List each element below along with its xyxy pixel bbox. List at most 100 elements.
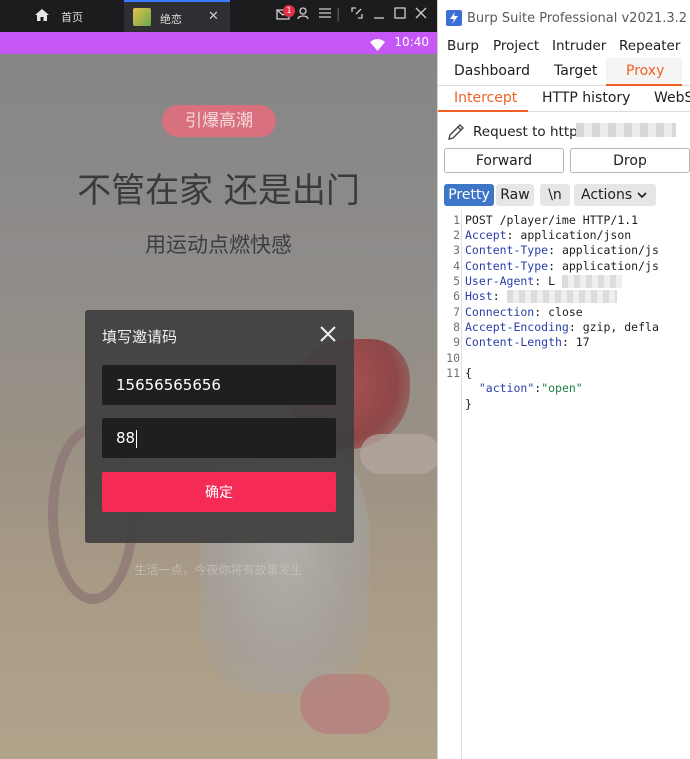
tab-home-label: 首页 — [61, 11, 83, 24]
forward-button[interactable]: Forward — [444, 148, 564, 173]
header-name: Content-Length — [465, 335, 562, 349]
header-line: Connection: close — [465, 305, 583, 319]
menu-project[interactable]: Project — [493, 38, 539, 54]
json-key: "action" — [478, 381, 535, 395]
divider: | — [336, 7, 341, 22]
header-line: Content-Length: 17 — [465, 335, 590, 349]
json-open-brace: { — [465, 366, 472, 380]
line-number: 5 — [453, 274, 460, 288]
subheadline: 用运动点燃快感 — [145, 233, 292, 257]
line-number: 11 — [446, 366, 460, 380]
header-value: : gzip, defla — [568, 320, 659, 334]
screen: 首页 绝恋 ✕ 1 | 10:40 引爆高潮 不管在家 还是出门 用运动点燃快感… — [0, 0, 690, 759]
android-status-bar: 10:40 — [0, 32, 437, 54]
tab-http-history[interactable]: HTTP history — [542, 90, 630, 106]
burp-title-bar: Burp Suite Professional v2021.3.2 - Te — [438, 0, 690, 34]
pretty-button[interactable]: Pretty — [444, 184, 494, 206]
request-line: POST /player/ime HTTP/1.1 — [465, 213, 639, 227]
json-close-brace: } — [465, 397, 472, 411]
phone-input[interactable]: 15656565656 — [102, 365, 336, 405]
menu-intruder[interactable]: Intruder — [552, 38, 606, 54]
tab-target[interactable]: Target — [554, 63, 597, 79]
header-name: Host — [465, 289, 493, 303]
header-value: : 17 — [561, 335, 590, 349]
line-number: 6 — [453, 289, 460, 303]
close-window-icon[interactable] — [415, 7, 427, 24]
actions-dropdown[interactable]: Actions — [574, 184, 656, 206]
minimize-icon[interactable] — [373, 7, 385, 24]
arm-shape — [360, 434, 437, 474]
header-name: Content-Type — [465, 259, 549, 273]
invite-code-dialog: 填写邀请码 15656565656 88 确定 — [85, 310, 354, 543]
raw-button[interactable]: Raw — [496, 184, 534, 206]
header-name: Connection — [465, 305, 535, 319]
header-name: Accept-Encoding — [465, 320, 569, 334]
line-number: 1 — [453, 213, 460, 227]
burp-logo-icon — [446, 10, 462, 26]
tagline: 生活一点，今夜你将有故事发生 — [134, 563, 303, 577]
message-view-toolbar: Pretty Raw \n Actions — [438, 182, 690, 208]
header-value: : L — [534, 274, 556, 288]
tab-dashboard[interactable]: Dashboard — [454, 63, 530, 79]
menu-repeater[interactable]: Repeater — [619, 38, 680, 54]
tab-home[interactable]: 首页 — [0, 0, 124, 32]
header-line: Accept: application/json — [465, 228, 631, 242]
header-value: : application/json — [506, 228, 632, 242]
emulator-window: 首页 绝恋 ✕ 1 | 10:40 引爆高潮 不管在家 还是出门 用运动点燃快感… — [0, 0, 437, 759]
line-number: 9 — [453, 335, 460, 349]
proxy-sub-tabs: Intercept HTTP history WebS — [438, 86, 690, 112]
header-value: : application/js — [548, 243, 659, 257]
line-number-gutter: 1 2 3 4 5 6 7 8 9 10 11 — [438, 210, 462, 759]
close-tab-icon[interactable]: ✕ — [208, 9, 219, 24]
header-line: User-Agent: L — [465, 274, 622, 288]
burp-window: Burp Suite Professional v2021.3.2 - Te B… — [437, 0, 690, 759]
pencil-icon[interactable] — [446, 122, 466, 146]
close-icon[interactable] — [318, 324, 338, 344]
tab-app[interactable]: 绝恋 ✕ — [124, 0, 230, 32]
text-caret — [136, 429, 138, 448]
request-to-label: Request to http — [473, 124, 578, 140]
line-number: 7 — [453, 305, 460, 319]
redacted-host — [576, 123, 676, 137]
invite-code-value: 88 — [116, 429, 136, 447]
drop-button[interactable]: Drop — [570, 148, 690, 173]
header-line: Host: — [465, 289, 617, 303]
newline-toggle-button[interactable]: \n — [540, 184, 570, 206]
promo-pill: 引爆高潮 — [162, 105, 276, 137]
maximize-icon[interactable] — [394, 7, 406, 24]
tab-app-label: 绝恋 — [160, 13, 182, 26]
active-tab-underline — [438, 110, 528, 112]
line-number: 3 — [453, 243, 460, 257]
status-time: 10:40 — [394, 35, 429, 49]
header-name: Accept — [465, 228, 507, 242]
invite-code-input[interactable]: 88 — [102, 418, 336, 458]
wifi-icon — [370, 36, 385, 55]
json-value: "open" — [541, 381, 583, 395]
chevron-down-icon — [637, 187, 647, 203]
request-editor[interactable]: 1 2 3 4 5 6 7 8 9 10 11 POST /player/ime… — [438, 210, 690, 759]
header-value: : close — [534, 305, 583, 319]
line-number: 4 — [453, 259, 460, 273]
fullscreen-icon[interactable] — [351, 7, 363, 24]
tab-proxy[interactable]: Proxy — [626, 63, 664, 79]
menu-bar: Burp Project Intruder Repeater — [438, 34, 690, 58]
line-number: 2 — [453, 228, 460, 242]
actions-label: Actions — [581, 187, 633, 203]
window-title: Burp Suite Professional v2021.3.2 - Te — [467, 11, 690, 26]
headline: 不管在家 还是出门 — [77, 171, 360, 211]
emulator-tab-bar: 首页 绝恋 ✕ 1 | — [0, 0, 437, 32]
menu-burp[interactable]: Burp — [447, 38, 479, 54]
header-value: : — [492, 289, 500, 303]
home-icon — [34, 8, 50, 25]
user-icon[interactable] — [297, 7, 309, 25]
menu-icon[interactable] — [319, 7, 331, 24]
tab-websockets[interactable]: WebS — [654, 90, 690, 106]
line-number: 10 — [446, 351, 460, 365]
tab-intercept[interactable]: Intercept — [454, 90, 517, 106]
app-icon — [133, 8, 151, 26]
main-tabs: Dashboard Target Proxy — [438, 58, 690, 86]
header-line: Content-Type: application/js — [465, 259, 659, 273]
header-name: Content-Type — [465, 243, 549, 257]
redacted-value — [506, 290, 617, 303]
confirm-button[interactable]: 确定 — [102, 472, 336, 512]
